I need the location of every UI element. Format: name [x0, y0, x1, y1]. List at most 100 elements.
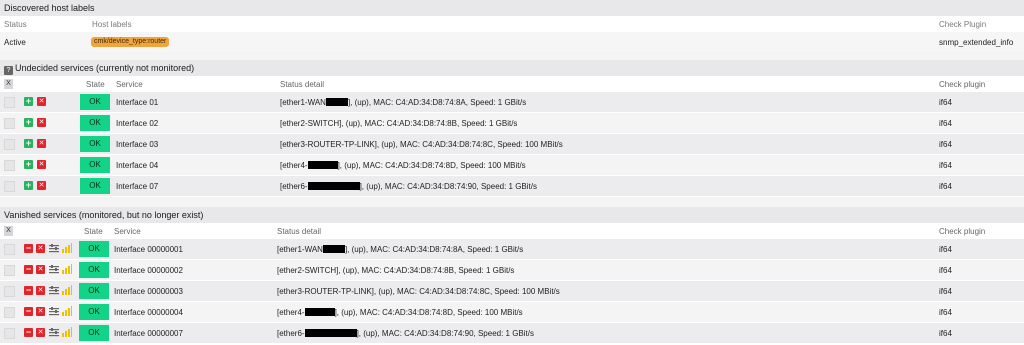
state-badge: OK — [80, 115, 110, 131]
check-plugin: if64 — [939, 287, 952, 296]
table-row: + ✕ OK Interface 02 [ether2-SWITCH], (up… — [0, 113, 1024, 134]
add-service-button[interactable]: + — [24, 181, 33, 190]
remove-service-button[interactable]: ✕ — [37, 160, 46, 169]
status-detail: [ether6-], (up), MAC: C4:AD:34:D8:74:90,… — [277, 329, 534, 338]
table-row: + ✕ OK Interface 04 [ether4-], (up), MAC… — [0, 155, 1024, 176]
row-checkbox[interactable] — [4, 265, 15, 276]
help-icon[interactable]: ? — [4, 66, 13, 75]
check-plugin: if64 — [939, 140, 952, 149]
state-badge: OK — [79, 262, 109, 278]
row-checkbox[interactable] — [4, 160, 15, 171]
remove-service-button[interactable]: ✕ — [37, 181, 46, 190]
remove-service-button[interactable]: − — [24, 286, 33, 295]
parameters-icon[interactable] — [49, 244, 59, 253]
check-plugin: if64 — [939, 161, 952, 170]
service-name: Interface 01 — [116, 98, 159, 107]
service-column-header[interactable]: Service — [114, 227, 141, 236]
add-service-button[interactable]: + — [24, 139, 33, 148]
check-plugin: if64 — [939, 329, 952, 338]
state-badge: OK — [80, 136, 110, 152]
check-plugin: if64 — [939, 266, 952, 275]
remove-service-button[interactable]: − — [24, 265, 33, 274]
toggle-all-checkbox[interactable]: X — [4, 226, 13, 236]
row-checkbox[interactable] — [4, 244, 15, 255]
remove-service-button[interactable]: ✕ — [37, 118, 46, 127]
status-detail: [ether3-ROUTER-TP-LINK], (up), MAC: C4:A… — [277, 287, 560, 296]
table-row: − ✕ OK Interface 00000001 [ether1-WAN], … — [0, 239, 1024, 260]
add-service-button[interactable]: + — [24, 160, 33, 169]
parameters-icon[interactable] — [49, 265, 59, 274]
table-row: + ✕ OK Interface 03 [ether3-ROUTER-TP-LI… — [0, 134, 1024, 155]
row-checkbox[interactable] — [4, 97, 15, 108]
perfometer-icon[interactable] — [62, 264, 72, 274]
remove-service-button[interactable]: ✕ — [37, 97, 46, 106]
status-detail: [ether6-], (up), MAC: C4:AD:34:D8:74:90,… — [280, 182, 537, 191]
table-row: − ✕ OK Interface 00000004 [ether4-], (up… — [0, 302, 1024, 323]
undecided-section-title: ? Undecided services (currently not monit… — [0, 60, 1024, 76]
remove-service-button[interactable]: − — [24, 307, 33, 316]
check-plugin: if64 — [939, 308, 952, 317]
parameters-icon[interactable] — [49, 328, 59, 337]
status-detail-column-header[interactable]: Status detail — [277, 227, 321, 236]
host-labels-column-header: Host labels — [92, 20, 132, 29]
state-badge: OK — [80, 178, 110, 194]
table-row: − ✕ OK Interface 00000003 [ether3-ROUTER… — [0, 281, 1024, 302]
perfometer-icon[interactable] — [62, 327, 72, 337]
state-badge: OK — [79, 325, 109, 341]
state-badge: OK — [79, 283, 109, 299]
service-name: Interface 04 — [116, 161, 159, 170]
service-name: Interface 00000004 — [114, 308, 183, 317]
perfometer-icon[interactable] — [62, 285, 72, 295]
table-row: + ✕ OK Interface 07 [ether6-], (up), MAC… — [0, 176, 1024, 197]
state-badge: OK — [79, 241, 109, 257]
state-badge: OK — [80, 157, 110, 173]
undecided-rows: + ✕ OK Interface 01 [ether1-WAN], (up), … — [0, 92, 1024, 197]
ignore-service-button[interactable]: ✕ — [36, 244, 45, 253]
row-checkbox[interactable] — [4, 307, 15, 318]
perfometer-icon[interactable] — [62, 243, 72, 253]
check-plugin-column-header: Check Plugin — [939, 20, 987, 29]
add-service-button[interactable]: + — [24, 118, 33, 127]
host-label-badge[interactable]: cmk/device_type:router — [91, 37, 170, 47]
row-checkbox[interactable] — [4, 328, 15, 339]
toggle-all-checkbox[interactable]: X — [4, 79, 13, 89]
status-detail: [ether1-WAN], (up), MAC: C4:AD:34:D8:74:… — [280, 98, 527, 107]
table-row: − ✕ OK Interface 00000002 [ether2-SWITCH… — [0, 260, 1024, 281]
status-detail: [ether1-WAN], (up), MAC: C4:AD:34:D8:74:… — [277, 245, 524, 254]
status-detail: [ether3-ROUTER-TP-LINK], (up), MAC: C4:A… — [280, 140, 563, 149]
check-plugin-column-header[interactable]: Check plugin — [939, 80, 985, 89]
parameters-icon[interactable] — [49, 307, 59, 316]
host-labels-header: Status Host labels Check Plugin — [0, 16, 1024, 32]
vanished-rows: − ✕ OK Interface 00000001 [ether1-WAN], … — [0, 239, 1024, 344]
state-badge: OK — [80, 94, 110, 110]
status-detail: [ether4-], (up), MAC: C4:AD:34:D8:74:8D,… — [280, 161, 526, 170]
check-plugin-column-header[interactable]: Check plugin — [939, 227, 985, 236]
ignore-service-button[interactable]: ✕ — [36, 286, 45, 295]
ignore-service-button[interactable]: ✕ — [36, 307, 45, 316]
ignore-service-button[interactable]: ✕ — [36, 265, 45, 274]
status-column-header: Status — [4, 20, 27, 29]
row-checkbox[interactable] — [4, 139, 15, 150]
table-row: + ✕ OK Interface 01 [ether1-WAN], (up), … — [0, 92, 1024, 113]
check-plugin: if64 — [939, 119, 952, 128]
check-plugin: if64 — [939, 182, 952, 191]
host-label-status: Active — [4, 38, 26, 47]
status-detail: [ether2-SWITCH], (up), MAC: C4:AD:34:D8:… — [280, 119, 518, 128]
state-column-header[interactable]: State — [84, 227, 103, 236]
state-badge: OK — [79, 304, 109, 320]
vanished-title: Vanished services (monitored, but no lon… — [0, 207, 1024, 223]
add-service-button[interactable]: + — [24, 97, 33, 106]
ignore-service-button[interactable]: ✕ — [36, 328, 45, 337]
status-detail-column-header[interactable]: Status detail — [280, 80, 324, 89]
row-checkbox[interactable] — [4, 286, 15, 297]
row-checkbox[interactable] — [4, 118, 15, 129]
perfometer-icon[interactable] — [62, 306, 72, 316]
parameters-icon[interactable] — [49, 286, 59, 295]
row-checkbox[interactable] — [4, 181, 15, 192]
undecided-title: Undecided services (currently not monito… — [15, 63, 195, 73]
remove-service-button[interactable]: ✕ — [37, 139, 46, 148]
remove-service-button[interactable]: − — [24, 328, 33, 337]
state-column-header[interactable]: State — [86, 80, 105, 89]
remove-service-button[interactable]: − — [24, 244, 33, 253]
service-column-header[interactable]: Service — [116, 80, 143, 89]
